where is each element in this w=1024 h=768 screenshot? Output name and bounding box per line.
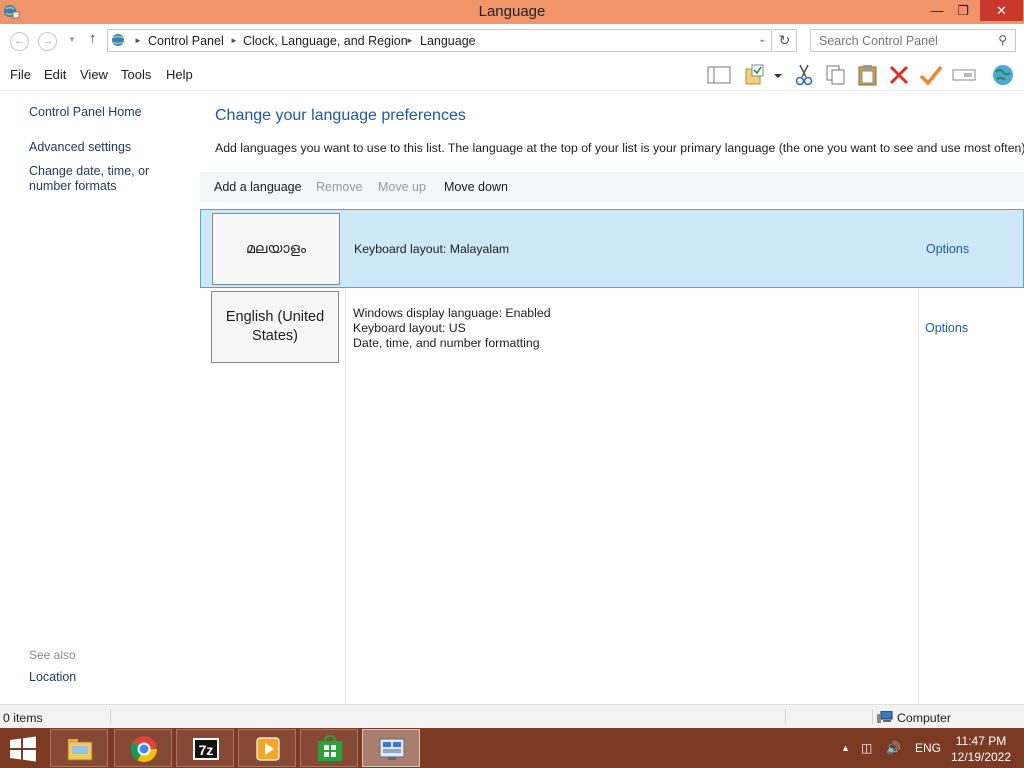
- language-tile[interactable]: മലയാളം: [212, 213, 340, 285]
- check-icon[interactable]: [918, 63, 944, 87]
- advanced-settings-link[interactable]: Advanced settings: [29, 140, 131, 155]
- computer-icon: [877, 711, 893, 723]
- window-title: Language: [478, 3, 546, 20]
- chevron-down-icon[interactable]: ⌄: [758, 34, 766, 45]
- location-link[interactable]: Location: [29, 670, 76, 685]
- options-link[interactable]: Options: [925, 321, 968, 335]
- minimize-button[interactable]: —: [924, 0, 950, 21]
- page-title: Change your language preferences: [215, 107, 466, 124]
- back-button[interactable]: ←: [10, 32, 29, 51]
- recent-locations-dropdown[interactable]: ▼: [68, 35, 76, 44]
- language-row-english[interactable]: English (United States) Windows display …: [200, 291, 1024, 367]
- taskbar-7zip[interactable]: 7z: [176, 729, 234, 767]
- search-box: ⚲: [810, 29, 1016, 52]
- breadcrumb-control-panel[interactable]: Control Panel: [148, 34, 224, 48]
- options-link[interactable]: Options: [926, 242, 969, 256]
- move-down-button[interactable]: Move down: [444, 180, 508, 194]
- address-bar[interactable]: ► Control Panel ► Clock, Language, and R…: [107, 29, 772, 52]
- breadcrumb-clock-language-region[interactable]: Clock, Language, and Region: [243, 34, 408, 48]
- item-count: 0 items: [3, 711, 43, 725]
- change-date-time-formats-link[interactable]: Change date, time, or number formats: [29, 164, 194, 194]
- dropdown-icon[interactable]: [771, 63, 785, 87]
- search-icon[interactable]: ⚲: [998, 33, 1007, 47]
- svg-text:7z: 7z: [199, 742, 214, 758]
- refresh-button[interactable]: ↻: [773, 29, 797, 52]
- layout-icon[interactable]: [706, 63, 732, 87]
- control-panel-home-link[interactable]: Control Panel Home: [29, 105, 142, 120]
- add-language-button[interactable]: Add a language: [214, 180, 302, 194]
- volume-icon[interactable]: 🔊: [886, 741, 901, 755]
- taskbar-control-panel[interactable]: [362, 729, 420, 767]
- breadcrumb-language[interactable]: Language: [420, 34, 476, 48]
- location-label: Computer: [897, 711, 951, 725]
- move-up-button[interactable]: Move up: [378, 180, 426, 194]
- status-divider: [785, 709, 786, 725]
- status-bar: 0 items Computer: [0, 704, 1024, 728]
- status-divider: [872, 709, 873, 725]
- search-input[interactable]: [811, 30, 991, 51]
- windows-start-icon[interactable]: [8, 736, 38, 762]
- chevron-right-icon[interactable]: ►: [230, 36, 238, 45]
- taskbar-store[interactable]: [300, 729, 358, 767]
- input-language-indicator[interactable]: ENG: [915, 741, 941, 755]
- 7zip-icon: 7z: [193, 738, 219, 760]
- chevron-right-icon[interactable]: ►: [406, 36, 414, 45]
- language-tile[interactable]: English (United States): [211, 291, 339, 363]
- media-player-icon: [256, 737, 280, 761]
- cut-icon[interactable]: [791, 63, 817, 87]
- restore-button[interactable]: ❐: [950, 0, 976, 21]
- menu-file[interactable]: File: [10, 67, 31, 82]
- chrome-icon: [130, 736, 158, 763]
- menu-bar: File Edit View Tools Help: [0, 58, 1024, 91]
- taskbar-file-explorer[interactable]: [50, 729, 108, 767]
- page-description: Add languages you want to use to this li…: [215, 141, 1024, 155]
- taskbar-chrome[interactable]: [114, 729, 172, 767]
- clock-date: 12/19/2022: [950, 750, 1012, 764]
- store-icon: [318, 734, 342, 761]
- remove-button[interactable]: Remove: [316, 180, 363, 194]
- rename-icon[interactable]: [951, 63, 977, 87]
- language-action-bar: Add a language Remove Move up Move down: [200, 172, 1024, 202]
- title-bar: Language — ❐ ✕: [0, 0, 1024, 24]
- see-also-label: See also: [29, 648, 76, 662]
- control-panel-icon: [112, 34, 124, 46]
- taskbar: 7z ▲ ◫ 🔊 ENG 11:47 PM 12/19/2022: [0, 728, 1024, 768]
- copy-icon[interactable]: [823, 63, 849, 87]
- menu-edit[interactable]: Edit: [44, 67, 66, 82]
- clock-time: 11:47 PM: [955, 734, 1007, 748]
- forward-button[interactable]: →: [38, 32, 57, 51]
- paste-icon[interactable]: [855, 63, 881, 87]
- close-button[interactable]: ✕: [980, 0, 1023, 21]
- status-divider: [110, 709, 111, 725]
- address-row: ← → ▼ ↑ ► Control Panel ► Clock, Languag…: [0, 24, 1024, 58]
- detail-line: Keyboard layout: Malayalam: [354, 242, 510, 256]
- control-panel-icon: [379, 738, 405, 760]
- up-button[interactable]: ↑: [89, 30, 97, 47]
- menu-view[interactable]: View: [80, 67, 108, 82]
- show-hidden-icons-chevron-up-icon[interactable]: ▲: [841, 743, 850, 753]
- network-icon[interactable]: ◫: [861, 741, 872, 755]
- system-clock[interactable]: 11:47 PM 12/19/2022: [946, 733, 1016, 765]
- language-details: Keyboard layout: Malayalam: [354, 242, 509, 257]
- properties-icon[interactable]: [744, 63, 770, 87]
- language-details: Windows display language: Enabled Keyboa…: [353, 306, 551, 351]
- menu-tools[interactable]: Tools: [121, 67, 151, 82]
- detail-line: Keyboard layout: US: [353, 321, 466, 335]
- delete-icon[interactable]: [886, 63, 912, 87]
- left-navigation-pane: Control Panel Home Advanced settings Cha…: [0, 92, 200, 704]
- language-list: മലയാളം Keyboard layout: Malayalam Option…: [200, 202, 1024, 704]
- detail-line: Windows display language: Enabled: [353, 306, 551, 320]
- detail-line: Date, time, and number formatting: [353, 336, 540, 350]
- chevron-right-icon[interactable]: ►: [134, 36, 142, 45]
- file-explorer-icon: [67, 739, 93, 761]
- globe-icon[interactable]: [990, 63, 1016, 87]
- menu-help[interactable]: Help: [166, 67, 193, 82]
- taskbar-media-player[interactable]: [238, 729, 296, 767]
- language-row-malayalam[interactable]: മലയാളം Keyboard layout: Malayalam Option…: [200, 209, 1024, 288]
